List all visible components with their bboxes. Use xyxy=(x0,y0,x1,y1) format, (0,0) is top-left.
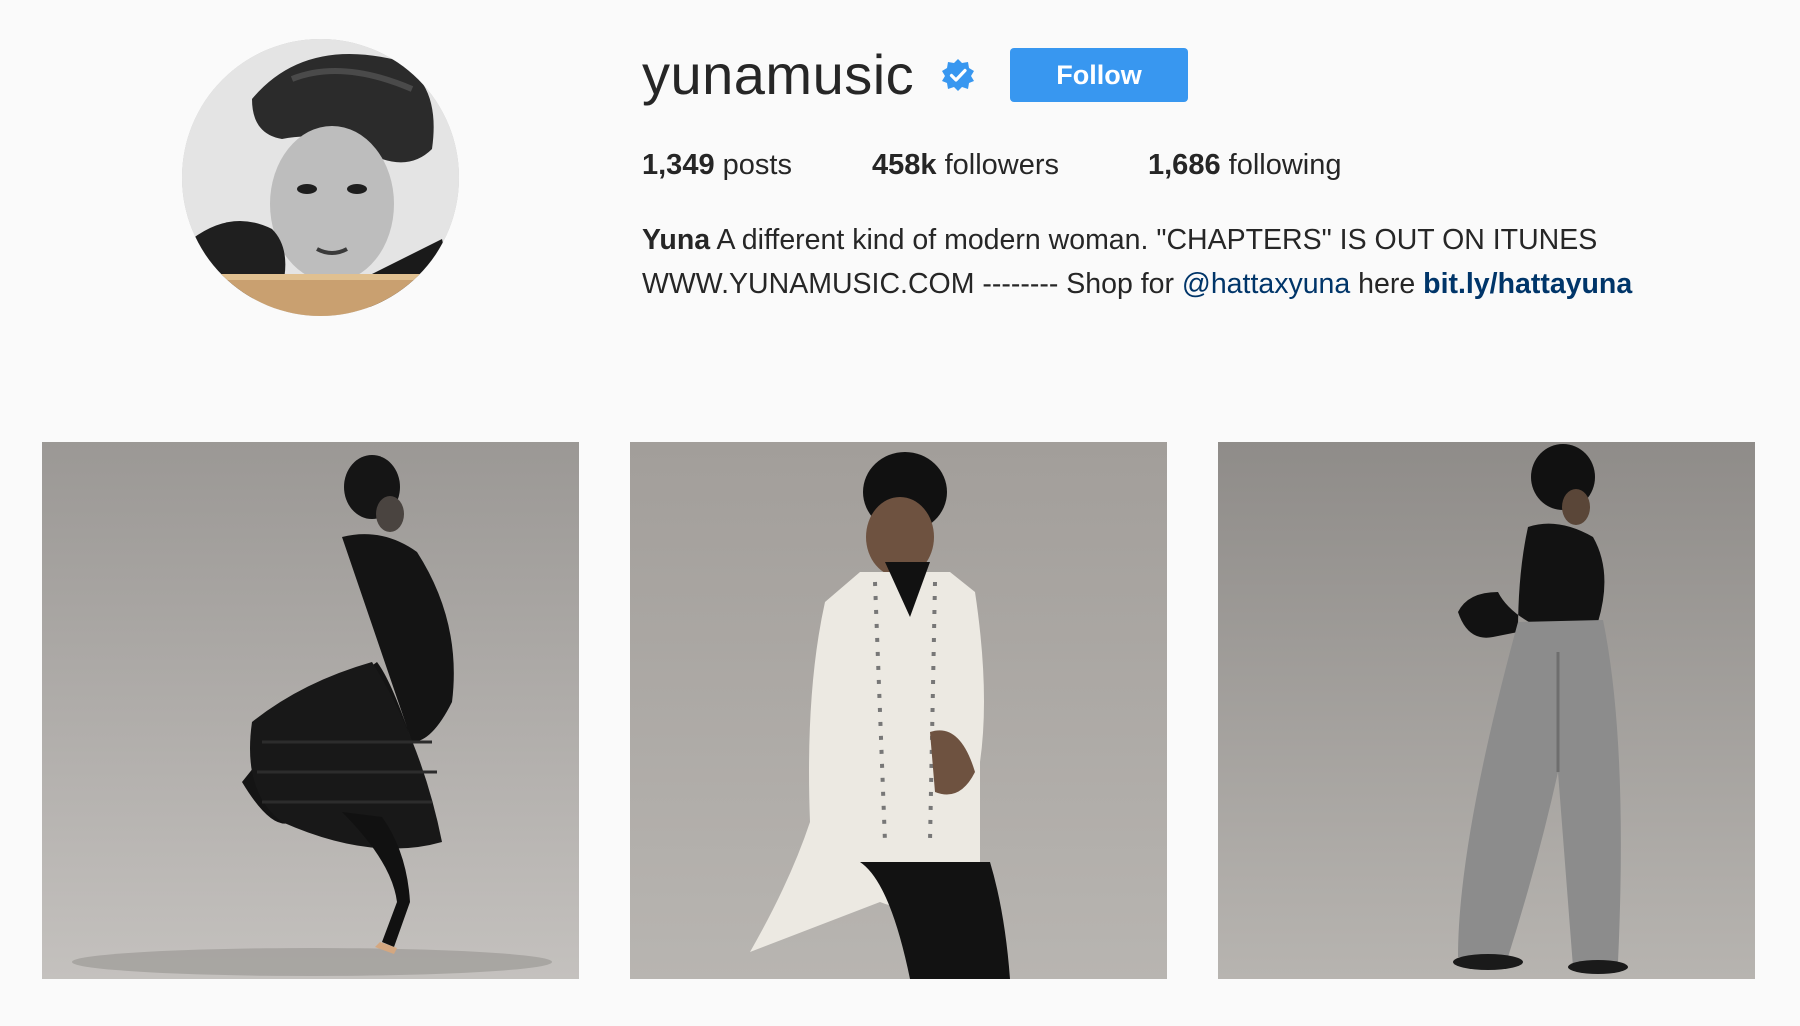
posts-label: posts xyxy=(722,149,792,181)
following-label: following xyxy=(1228,149,1342,181)
post-image xyxy=(42,442,579,979)
profile-avatar[interactable] xyxy=(182,39,459,316)
post-tile[interactable] xyxy=(1218,442,1755,979)
following-count: 1,686 xyxy=(1148,149,1221,181)
profile-bio: Yuna A different kind of modern woman. "… xyxy=(642,218,1762,306)
followers-label: followers xyxy=(944,149,1060,181)
verified-badge-icon xyxy=(942,59,974,91)
bio-mention-link[interactable]: @hattaxyuna xyxy=(1182,268,1350,300)
bio-text-2: WWW.YUNAMUSIC.COM -------- Shop for xyxy=(642,268,1182,300)
following-stat[interactable]: 1,686 following xyxy=(1148,145,1341,185)
bio-text-1: A different kind of modern woman. "CHAPT… xyxy=(710,224,1598,256)
post-tile[interactable] xyxy=(42,442,579,979)
posts-stat: 1,349 posts xyxy=(642,145,792,185)
bio-name: Yuna xyxy=(642,224,711,256)
post-tile[interactable] xyxy=(630,442,1167,979)
followers-count: 458k xyxy=(872,149,937,181)
followers-stat[interactable]: 458k followers xyxy=(872,145,1059,185)
bio-text-3: here xyxy=(1350,268,1424,300)
profile-username: yunamusic xyxy=(642,43,915,106)
post-image xyxy=(630,442,1167,979)
bio-website-link[interactable]: bit.ly/hattayuna xyxy=(1423,268,1632,300)
bio-line-1: Yuna A different kind of modern woman. "… xyxy=(642,218,1762,262)
bio-line-2: WWW.YUNAMUSIC.COM -------- Shop for @hat… xyxy=(642,262,1762,306)
post-image xyxy=(1218,442,1755,979)
avatar-image xyxy=(182,39,459,316)
follow-button[interactable]: Follow xyxy=(1010,48,1188,102)
posts-count: 1,349 xyxy=(642,149,715,181)
